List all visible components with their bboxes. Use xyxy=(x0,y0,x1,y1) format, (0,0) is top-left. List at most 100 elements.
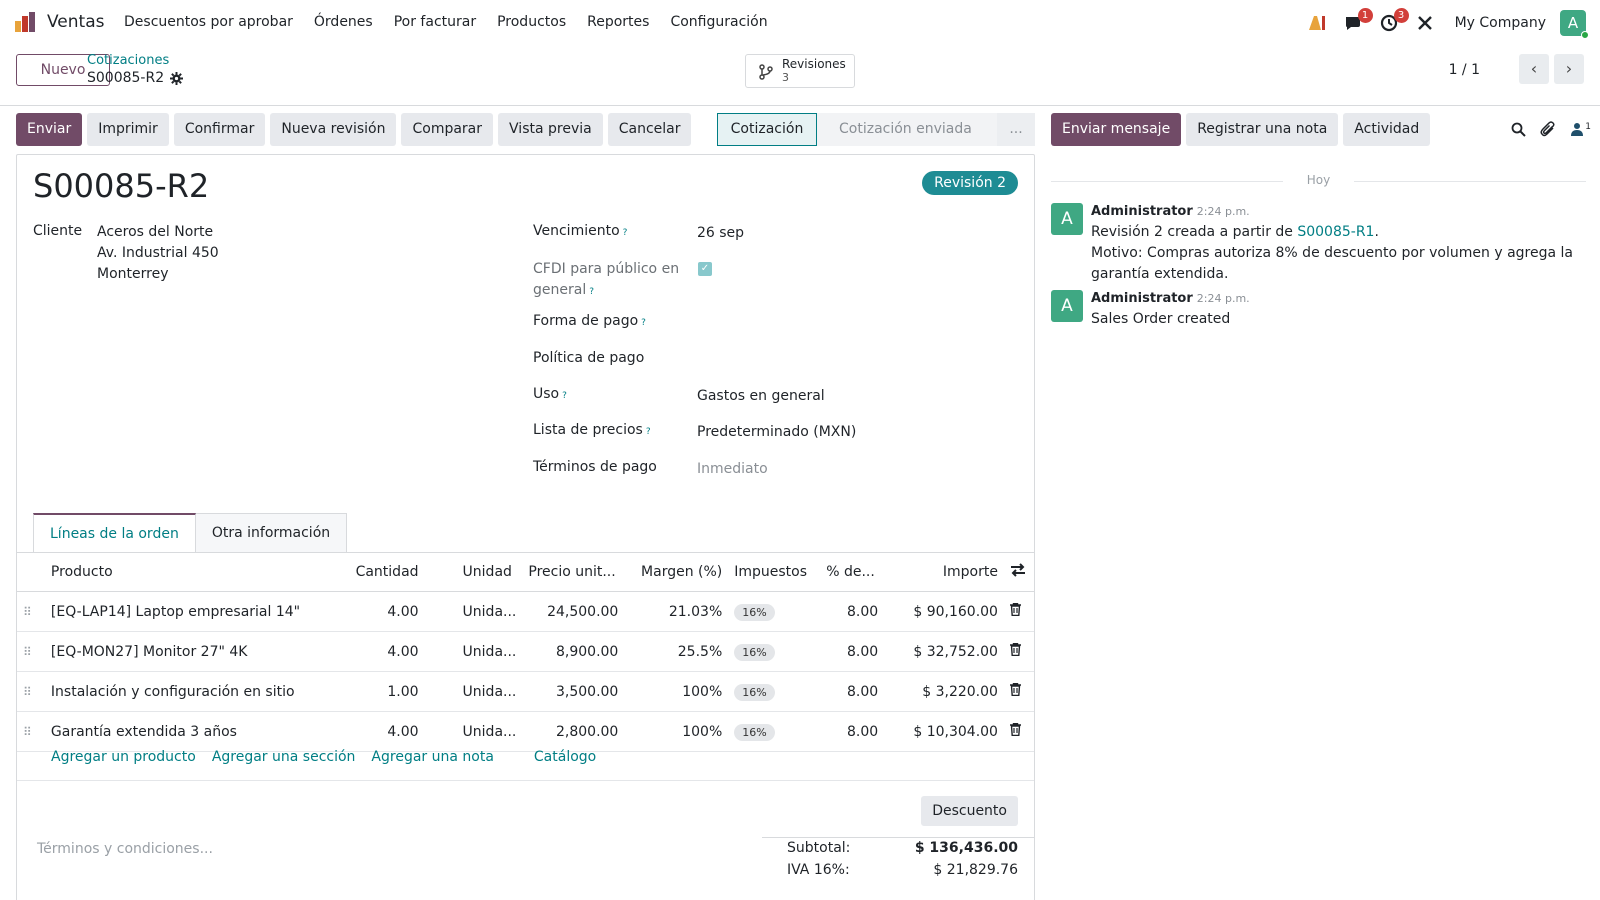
line-unit[interactable]: Unida... xyxy=(424,711,523,752)
cfdi-help-icon[interactable]: ? xyxy=(589,287,594,297)
trash-icon[interactable] xyxy=(1003,671,1034,712)
app-name[interactable]: Ventas xyxy=(47,12,104,32)
payment-terms-field[interactable]: Inmediato xyxy=(697,459,768,480)
pager-value[interactable]: 1 / 1 xyxy=(1449,62,1480,78)
line-unit[interactable]: Unida... xyxy=(424,631,523,672)
table-row[interactable]: ⠿ [EQ-LAP14] Laptop empresarial 14" 4.00… xyxy=(17,591,1034,632)
terms-input[interactable]: Términos y condiciones... xyxy=(37,841,213,857)
add-note-link[interactable]: Agregar una nota xyxy=(371,749,493,765)
menu-item-configuracion[interactable]: Configuración xyxy=(670,14,767,30)
menu-item-productos[interactable]: Productos xyxy=(497,14,566,30)
menu-item-descuentos[interactable]: Descuentos por aprobar xyxy=(124,14,293,30)
trash-icon[interactable] xyxy=(1003,711,1034,752)
column-taxes[interactable]: Impuestos xyxy=(728,552,821,592)
tab-order-lines[interactable]: Líneas de la orden xyxy=(33,513,196,553)
line-quantity[interactable]: 4.00 xyxy=(344,711,425,752)
company-switcher[interactable]: My Company xyxy=(1455,15,1546,31)
line-taxes[interactable]: 16% xyxy=(728,591,821,632)
drag-handle-icon[interactable]: ⠿ xyxy=(17,671,45,712)
payment-form-help-icon[interactable]: ? xyxy=(641,318,646,328)
add-product-link[interactable]: Agregar un producto xyxy=(51,749,196,765)
debug-tools-icon[interactable] xyxy=(1413,11,1437,35)
line-discount[interactable]: 8.00 xyxy=(820,591,885,632)
discount-button[interactable]: Descuento xyxy=(921,796,1018,826)
send-button[interactable]: Enviar xyxy=(16,113,83,146)
revision-link[interactable]: S00085-R1 xyxy=(1297,224,1374,240)
usage-field[interactable]: Gastos en general xyxy=(697,386,825,407)
pager-previous-icon[interactable]: ‹ xyxy=(1519,54,1549,84)
line-taxes[interactable]: 16% xyxy=(728,711,821,752)
line-product[interactable]: Garantía extendida 3 años xyxy=(44,711,345,752)
menu-item-por-facturar[interactable]: Por facturar xyxy=(394,14,476,30)
cfdi-checkbox[interactable]: ✓ xyxy=(698,262,712,276)
revisions-smart-button[interactable]: Revisiones 3 xyxy=(745,54,855,88)
line-taxes[interactable]: 16% xyxy=(728,671,821,712)
message-author[interactable]: Administrator xyxy=(1091,291,1193,306)
customer-field[interactable]: Aceros del Norte Av. Industrial 450 Mont… xyxy=(97,222,219,285)
preview-button[interactable]: Vista previa xyxy=(498,113,603,146)
drag-handle-icon[interactable]: ⠿ xyxy=(17,591,45,632)
line-product[interactable]: [EQ-LAP14] Laptop empresarial 14" xyxy=(44,591,345,632)
print-button[interactable]: Imprimir xyxy=(87,113,169,146)
ai-icon[interactable] xyxy=(1305,11,1329,35)
log-note-button[interactable]: Registrar una nota xyxy=(1186,113,1339,146)
breadcrumb-parent[interactable]: Cotizaciones xyxy=(87,53,169,68)
sales-app-icon[interactable] xyxy=(14,11,36,33)
followers-button[interactable]: 1 xyxy=(1570,122,1591,136)
activities-clock-icon[interactable]: 3 xyxy=(1377,8,1409,35)
line-discount[interactable]: 8.00 xyxy=(820,671,885,712)
line-unit-price[interactable]: 24,500.00 xyxy=(522,591,625,632)
pricelist-field[interactable]: Predeterminado (MXN) xyxy=(697,422,856,443)
gear-icon[interactable] xyxy=(170,71,184,85)
new-revision-button[interactable]: Nueva revisión xyxy=(270,113,397,146)
column-discount[interactable]: % de... xyxy=(820,552,885,592)
column-quantity[interactable]: Cantidad xyxy=(344,552,425,592)
trash-icon[interactable] xyxy=(1003,631,1034,672)
line-unit-price[interactable]: 8,900.00 xyxy=(522,631,625,672)
tab-other-info[interactable]: Otra información xyxy=(195,513,348,553)
table-row[interactable]: ⠿ Instalación y configuración en sitio 1… xyxy=(17,671,1034,712)
status-more[interactable]: ... xyxy=(997,113,1035,146)
line-quantity[interactable]: 4.00 xyxy=(344,591,425,632)
trash-icon[interactable] xyxy=(1003,591,1034,632)
table-row[interactable]: ⠿ [EQ-MON27] Monitor 27" 4K 4.00 Unida..… xyxy=(17,631,1034,672)
messages-icon[interactable]: 1 xyxy=(1341,8,1373,35)
table-row[interactable]: ⠿ Garantía extendida 3 años 4.00 Unida..… xyxy=(17,711,1034,752)
cancel-button[interactable]: Cancelar xyxy=(607,113,692,146)
due-date-help-icon[interactable]: ? xyxy=(623,228,628,238)
usage-help-icon[interactable]: ? xyxy=(562,391,567,401)
column-unit[interactable]: Unidad xyxy=(424,552,523,592)
add-section-link[interactable]: Agregar una sección xyxy=(212,749,356,765)
line-quantity[interactable]: 1.00 xyxy=(344,671,425,712)
message-author[interactable]: Administrator xyxy=(1091,204,1193,219)
activity-button[interactable]: Actividad xyxy=(1343,113,1431,146)
user-avatar[interactable]: A xyxy=(1560,10,1589,39)
line-unit-price[interactable]: 3,500.00 xyxy=(522,671,625,712)
status-quotation[interactable]: Cotización xyxy=(717,113,817,146)
line-product[interactable]: [EQ-MON27] Monitor 27" 4K xyxy=(44,631,345,672)
line-unit-price[interactable]: 2,800.00 xyxy=(522,711,625,752)
pager-next-icon[interactable]: › xyxy=(1554,54,1584,84)
menu-item-ordenes[interactable]: Órdenes xyxy=(314,14,373,30)
pricelist-help-icon[interactable]: ? xyxy=(646,427,651,437)
search-icon[interactable] xyxy=(1511,122,1526,137)
column-product[interactable]: Producto xyxy=(44,552,345,592)
send-message-button[interactable]: Enviar mensaje xyxy=(1051,113,1182,146)
column-unit-price[interactable]: Precio unit... xyxy=(522,552,625,592)
compare-button[interactable]: Comparar xyxy=(401,113,494,146)
paperclip-icon[interactable] xyxy=(1540,121,1556,137)
line-unit[interactable]: Unida... xyxy=(424,591,523,632)
line-quantity[interactable]: 4.00 xyxy=(344,631,425,672)
drag-handle-icon[interactable]: ⠿ xyxy=(17,711,45,752)
catalog-link[interactable]: Catálogo xyxy=(534,749,596,765)
drag-handle-icon[interactable]: ⠿ xyxy=(17,631,45,672)
column-amount[interactable]: Importe xyxy=(884,552,1004,592)
confirm-button[interactable]: Confirmar xyxy=(173,113,266,146)
optional-columns-toggle[interactable] xyxy=(1003,552,1034,592)
author-avatar[interactable]: A xyxy=(1051,290,1083,322)
line-unit[interactable]: Unida... xyxy=(424,671,523,712)
line-discount[interactable]: 8.00 xyxy=(820,711,885,752)
column-margin[interactable]: Margen (%) xyxy=(624,552,729,592)
line-discount[interactable]: 8.00 xyxy=(820,631,885,672)
line-taxes[interactable]: 16% xyxy=(728,631,821,672)
